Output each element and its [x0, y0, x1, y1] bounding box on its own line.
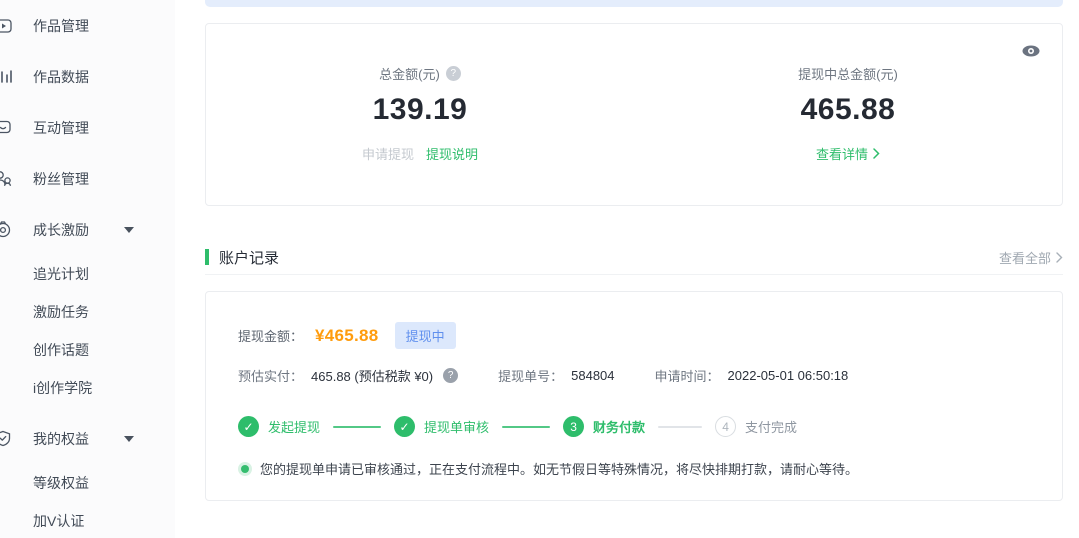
status-message: 您的提现单申请已审核通过，正在支付流程中。如无节假日等特殊情况，将尽快排期打款，… — [260, 459, 858, 478]
step-label: 提现单审核 — [424, 417, 489, 436]
status-dot — [241, 465, 249, 473]
order-no-value: 584804 — [571, 368, 614, 383]
total-amount-links: 申请提现 提现说明 — [206, 144, 634, 163]
chevron-right-icon — [873, 148, 880, 159]
total-amount-label-row: 总金额(元) ? — [379, 64, 461, 83]
bar-chart-icon — [0, 68, 20, 86]
sidebar-item-zhuiguang-plan[interactable]: 追光计划 — [0, 255, 175, 293]
chevron-down-icon — [124, 436, 134, 442]
sidebar-item-label: 作品数据 — [33, 67, 89, 87]
withdraw-amount-value: ¥465.88 — [315, 326, 379, 346]
withdrawing-amount-block: 提现中总金额(元) 465.88 查看详情 — [634, 24, 1062, 205]
sidebar: 作品管理 作品数据 互动管理 — [0, 0, 175, 538]
estimate-value: 465.88 (预估税款 ¥0) — [311, 366, 433, 385]
sidebar-item-label: 追光计划 — [33, 264, 89, 284]
sidebar-item-label: 成长激励 — [33, 220, 89, 240]
record-detail-row: 预估实付： 465.88 (预估税款 ¥0) ? 提现单号： 584804 申请… — [238, 366, 1030, 385]
estimate-label: 预估实付： — [238, 366, 303, 385]
step-current-icon: 3 — [563, 416, 584, 437]
shield-icon — [0, 430, 20, 448]
sidebar-item-works-manage[interactable]: 作品管理 — [0, 0, 175, 51]
sidebar-item-incentive-tasks[interactable]: 激励任务 — [0, 293, 175, 331]
section-accent-bar — [205, 249, 209, 265]
withdraw-progress-steps: ✓ 发起提现 ✓ 提现单审核 3 财务付款 4 支付完成 — [238, 416, 1030, 437]
sidebar-item-label: 等级权益 — [33, 473, 89, 493]
status-badge: 提现中 — [395, 322, 456, 349]
sidebar-item-level-benefits[interactable]: 等级权益 — [0, 464, 175, 502]
wallet-page: 作品管理 作品数据 互动管理 — [0, 0, 1079, 538]
sidebar-item-label: 创作话题 — [33, 340, 89, 360]
apply-time-value: 2022-05-01 06:50:18 — [728, 368, 849, 383]
view-all-link[interactable]: 查看全部 — [999, 248, 1063, 267]
sidebar-item-works-data[interactable]: 作品数据 — [0, 51, 175, 102]
section-title: 账户记录 — [219, 247, 279, 268]
help-icon[interactable]: ? — [443, 368, 458, 383]
view-detail-link[interactable]: 查看详情 — [816, 144, 880, 163]
step-connector — [502, 426, 550, 428]
step-done-icon: ✓ — [394, 416, 415, 437]
sidebar-item-v-verification[interactable]: 加V认证 — [0, 502, 175, 538]
sidebar-item-label: 作品管理 — [33, 16, 89, 36]
step-label: 发起提现 — [268, 417, 320, 436]
step-connector — [333, 426, 381, 428]
sidebar-item-label: 激励任务 — [33, 302, 89, 322]
balance-summary-card: 总金额(元) ? 139.19 申请提现 提现说明 提现中总金额(元) 465.… — [205, 23, 1063, 206]
sidebar-item-fans[interactable]: 粉丝管理 — [0, 153, 175, 204]
sidebar-item-label: i创作学院 — [33, 378, 92, 398]
chevron-down-icon — [124, 227, 134, 233]
main-content: 总金额(元) ? 139.19 申请提现 提现说明 提现中总金额(元) 465.… — [205, 0, 1063, 538]
video-icon — [0, 17, 20, 35]
chat-icon — [0, 119, 20, 137]
sidebar-item-my-benefits[interactable]: 我的权益 — [0, 413, 175, 464]
total-amount-block: 总金额(元) ? 139.19 申请提现 提现说明 — [206, 24, 634, 205]
chevron-right-icon — [1056, 252, 1063, 263]
sidebar-item-label: 互动管理 — [33, 118, 89, 138]
withdrawing-amount-label: 提现中总金额(元) — [798, 64, 898, 83]
withdrawing-amount-value: 465.88 — [634, 93, 1062, 127]
step-label: 财务付款 — [593, 417, 645, 436]
notice-banner-edge — [205, 0, 1063, 7]
withdraw-info-link[interactable]: 提现说明 — [426, 144, 478, 163]
eye-icon[interactable] — [1021, 44, 1041, 58]
total-amount-value: 139.19 — [206, 93, 634, 127]
fans-icon — [0, 170, 20, 188]
sidebar-item-growth[interactable]: 成长激励 — [0, 204, 175, 255]
step-label: 支付完成 — [745, 417, 797, 436]
step-connector — [658, 426, 702, 428]
status-message-row: 您的提现单申请已审核通过，正在支付流程中。如无节假日等特殊情况，将尽快排期打款，… — [238, 459, 1030, 478]
withdrawal-record-card: 提现金额： ¥465.88 提现中 预估实付： 465.88 (预估税款 ¥0)… — [205, 291, 1063, 501]
account-records-header: 账户记录 查看全部 — [205, 248, 1063, 266]
sidebar-item-creator-academy[interactable]: i创作学院 — [0, 369, 175, 407]
sidebar-item-interaction[interactable]: 互动管理 — [0, 102, 175, 153]
order-no-label: 提现单号： — [498, 366, 563, 385]
sidebar-item-label: 我的权益 — [33, 429, 89, 449]
section-divider — [205, 274, 1063, 275]
total-amount-label: 总金额(元) — [379, 64, 440, 83]
medal-icon — [0, 221, 20, 239]
step-pending-icon: 4 — [715, 416, 736, 437]
sidebar-item-creation-topics[interactable]: 创作话题 — [0, 331, 175, 369]
step-done-icon: ✓ — [238, 416, 259, 437]
sidebar-item-label: 粉丝管理 — [33, 169, 89, 189]
help-icon[interactable]: ? — [446, 66, 461, 81]
sidebar-item-label: 加V认证 — [33, 511, 84, 531]
record-amount-row: 提现金额： ¥465.88 提现中 — [238, 322, 1030, 349]
amount-label: 提现金额： — [238, 326, 303, 345]
apply-time-label: 申请时间： — [655, 366, 720, 385]
apply-withdraw-link: 申请提现 — [362, 144, 414, 163]
